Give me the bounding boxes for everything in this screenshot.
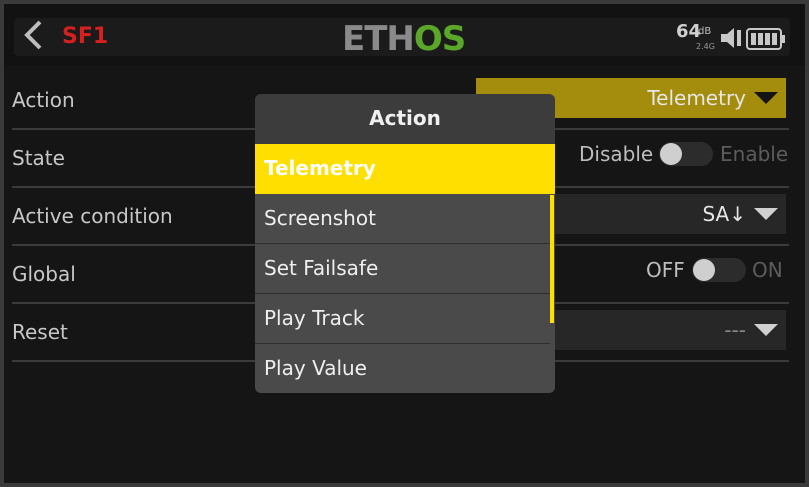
state-off-label: Disable: [579, 142, 654, 166]
popup-item-play-value[interactable]: Play Value: [255, 344, 550, 393]
popup-item-set-failsafe[interactable]: Set Failsafe: [255, 244, 550, 294]
state-toggle[interactable]: Disable Enable: [579, 134, 789, 174]
state-switch[interactable]: [659, 142, 713, 166]
page-title: SF1: [62, 24, 109, 49]
speaker-icon[interactable]: [719, 26, 743, 50]
action-value: Telemetry: [647, 86, 746, 110]
screen: SF1 ETHOS 64 dB 2.4G Action Telemetry St…: [4, 4, 805, 483]
global-label: Global: [12, 262, 76, 286]
popup-item-screenshot[interactable]: Screenshot: [255, 194, 550, 244]
popup-scrollbar[interactable]: [550, 195, 554, 323]
rssi-band: 2.4G: [696, 42, 715, 51]
global-on-label: ON: [752, 258, 783, 282]
state-label: State: [12, 146, 65, 170]
chevron-down-icon: [754, 208, 778, 220]
popup-title: Action: [255, 94, 555, 144]
ethos-logo: ETHOS: [342, 19, 466, 59]
reset-value: ---: [724, 318, 746, 342]
chevron-down-icon: [754, 324, 778, 336]
chevron-down-icon: [754, 92, 778, 104]
header-bar: SF1 ETHOS 64 dB 2.4G: [4, 4, 805, 66]
active-condition-label: Active condition: [12, 204, 173, 228]
global-off-label: OFF: [646, 258, 685, 282]
toggle-knob: [660, 143, 682, 165]
global-toggle[interactable]: OFF ON: [646, 250, 786, 290]
toggle-knob: [693, 259, 715, 281]
chevron-left-icon[interactable]: [22, 20, 44, 50]
popup-item-telemetry[interactable]: Telemetry: [255, 144, 555, 194]
popup-item-play-track[interactable]: Play Track: [255, 294, 550, 344]
rssi-unit: dB: [698, 26, 712, 37]
action-popup: Action Telemetry Screenshot Set Failsafe…: [255, 94, 555, 393]
state-on-label: Enable: [720, 142, 789, 166]
global-switch[interactable]: [692, 258, 746, 282]
action-label: Action: [12, 88, 75, 112]
active-condition-value: SA↓: [702, 202, 746, 226]
reset-label: Reset: [12, 320, 68, 344]
battery-icon: [746, 28, 785, 50]
